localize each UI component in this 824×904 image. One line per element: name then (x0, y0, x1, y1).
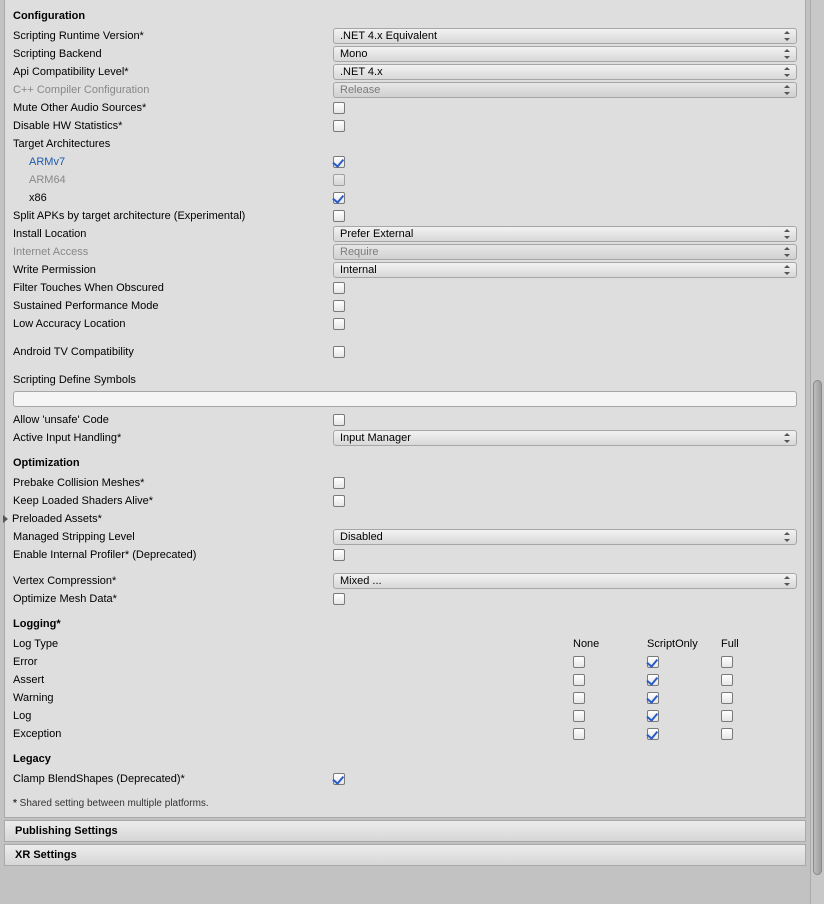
vertex-compression-label: Vertex Compression* (13, 572, 333, 590)
log-error-scriptonly[interactable] (647, 656, 659, 668)
arm64-label: ARM64 (13, 171, 333, 189)
scrollbar-track[interactable] (810, 0, 824, 904)
clamp-blendshapes-label: Clamp BlendShapes (Deprecated)* (13, 770, 333, 788)
android-tv-checkbox[interactable] (333, 346, 345, 358)
legacy-title: Legacy (13, 753, 797, 765)
log-exception-label: Exception (13, 725, 573, 743)
internal-profiler-checkbox[interactable] (333, 549, 345, 561)
internet-access-dropdown: Require (333, 244, 797, 260)
scripting-backend-dropdown[interactable]: Mono (333, 46, 797, 62)
write-permission-dropdown[interactable]: Internal (333, 262, 797, 278)
internet-access-label: Internet Access (13, 243, 333, 261)
scrollbar-thumb[interactable] (813, 380, 822, 875)
log-exception-none[interactable] (573, 728, 585, 740)
log-error-label: Error (13, 653, 573, 671)
split-apks-checkbox[interactable] (333, 210, 345, 222)
log-assert-full[interactable] (721, 674, 733, 686)
split-apks-label: Split APKs by target architecture (Exper… (13, 207, 333, 225)
sustained-perf-label: Sustained Performance Mode (13, 297, 333, 315)
stripping-label: Managed Stripping Level (13, 528, 333, 546)
log-warning-label: Warning (13, 689, 573, 707)
log-assert-none[interactable] (573, 674, 585, 686)
scripting-define-input[interactable] (13, 391, 797, 407)
active-input-dropdown[interactable]: Input Manager (333, 430, 797, 446)
allow-unsafe-checkbox[interactable] (333, 414, 345, 426)
configuration-title: Configuration (13, 10, 797, 22)
filter-touches-label: Filter Touches When Obscured (13, 279, 333, 297)
armv7-label: ARMv7 (13, 153, 333, 171)
log-error-none[interactable] (573, 656, 585, 668)
scripting-runtime-label: Scripting Runtime Version* (13, 27, 333, 45)
log-warning-scriptonly[interactable] (647, 692, 659, 704)
vertex-compression-dropdown[interactable]: Mixed ... (333, 573, 797, 589)
log-warning-none[interactable] (573, 692, 585, 704)
internal-profiler-label: Enable Internal Profiler* (Deprecated) (13, 546, 333, 564)
logging-title: Logging* (13, 618, 797, 630)
scripting-backend-label: Scripting Backend (13, 45, 333, 63)
log-assert-label: Assert (13, 671, 573, 689)
api-compat-dropdown[interactable]: .NET 4.x (333, 64, 797, 80)
log-full-header: Full (721, 635, 795, 653)
clamp-blendshapes-checkbox[interactable] (333, 773, 345, 785)
xr-settings-foldout[interactable]: XR Settings (4, 844, 806, 866)
chevron-right-icon (3, 515, 8, 523)
filter-touches-checkbox[interactable] (333, 282, 345, 294)
armv7-checkbox[interactable] (333, 156, 345, 168)
log-exception-scriptonly[interactable] (647, 728, 659, 740)
log-assert-scriptonly[interactable] (647, 674, 659, 686)
cpp-config-label: C++ Compiler Configuration (13, 81, 333, 99)
write-permission-label: Write Permission (13, 261, 333, 279)
scripting-define-label: Scripting Define Symbols (13, 371, 333, 389)
cpp-config-dropdown: Release (333, 82, 797, 98)
optimization-title: Optimization (13, 457, 797, 469)
x86-label: x86 (13, 189, 333, 207)
x86-checkbox[interactable] (333, 192, 345, 204)
target-arch-label: Target Architectures (13, 135, 333, 153)
arm64-checkbox (333, 174, 345, 186)
api-compat-label: Api Compatibility Level* (13, 63, 333, 81)
log-log-full[interactable] (721, 710, 733, 722)
active-input-label: Active Input Handling* (13, 429, 333, 447)
install-location-label: Install Location (13, 225, 333, 243)
log-warning-full[interactable] (721, 692, 733, 704)
log-none-header: None (573, 635, 647, 653)
shared-setting-footnote: * Shared setting between multiple platfo… (13, 798, 797, 809)
publishing-settings-foldout[interactable]: Publishing Settings (4, 820, 806, 842)
keep-shaders-label: Keep Loaded Shaders Alive* (13, 492, 333, 510)
low-accuracy-label: Low Accuracy Location (13, 315, 333, 333)
mute-audio-label: Mute Other Audio Sources* (13, 99, 333, 117)
log-scriptonly-header: ScriptOnly (647, 635, 721, 653)
stripping-dropdown[interactable]: Disabled (333, 529, 797, 545)
scripting-runtime-dropdown[interactable]: .NET 4.x Equivalent (333, 28, 797, 44)
prebake-label: Prebake Collision Meshes* (13, 474, 333, 492)
disable-hw-label: Disable HW Statistics* (13, 117, 333, 135)
optimize-mesh-label: Optimize Mesh Data* (13, 590, 333, 608)
disable-hw-checkbox[interactable] (333, 120, 345, 132)
keep-shaders-checkbox[interactable] (333, 495, 345, 507)
log-error-full[interactable] (721, 656, 733, 668)
log-exception-full[interactable] (721, 728, 733, 740)
log-type-header: Log Type (13, 635, 573, 653)
sustained-perf-checkbox[interactable] (333, 300, 345, 312)
allow-unsafe-label: Allow 'unsafe' Code (13, 411, 333, 429)
low-accuracy-checkbox[interactable] (333, 318, 345, 330)
log-log-label: Log (13, 707, 573, 725)
mute-audio-checkbox[interactable] (333, 102, 345, 114)
prebake-checkbox[interactable] (333, 477, 345, 489)
install-location-dropdown[interactable]: Prefer External (333, 226, 797, 242)
log-log-scriptonly[interactable] (647, 710, 659, 722)
inspector-main-panel: Configuration Scripting Runtime Version*… (4, 0, 806, 818)
preloaded-assets-foldout[interactable]: Preloaded Assets* (13, 510, 797, 528)
log-log-none[interactable] (573, 710, 585, 722)
optimize-mesh-checkbox[interactable] (333, 593, 345, 605)
android-tv-label: Android TV Compatibility (13, 343, 333, 361)
